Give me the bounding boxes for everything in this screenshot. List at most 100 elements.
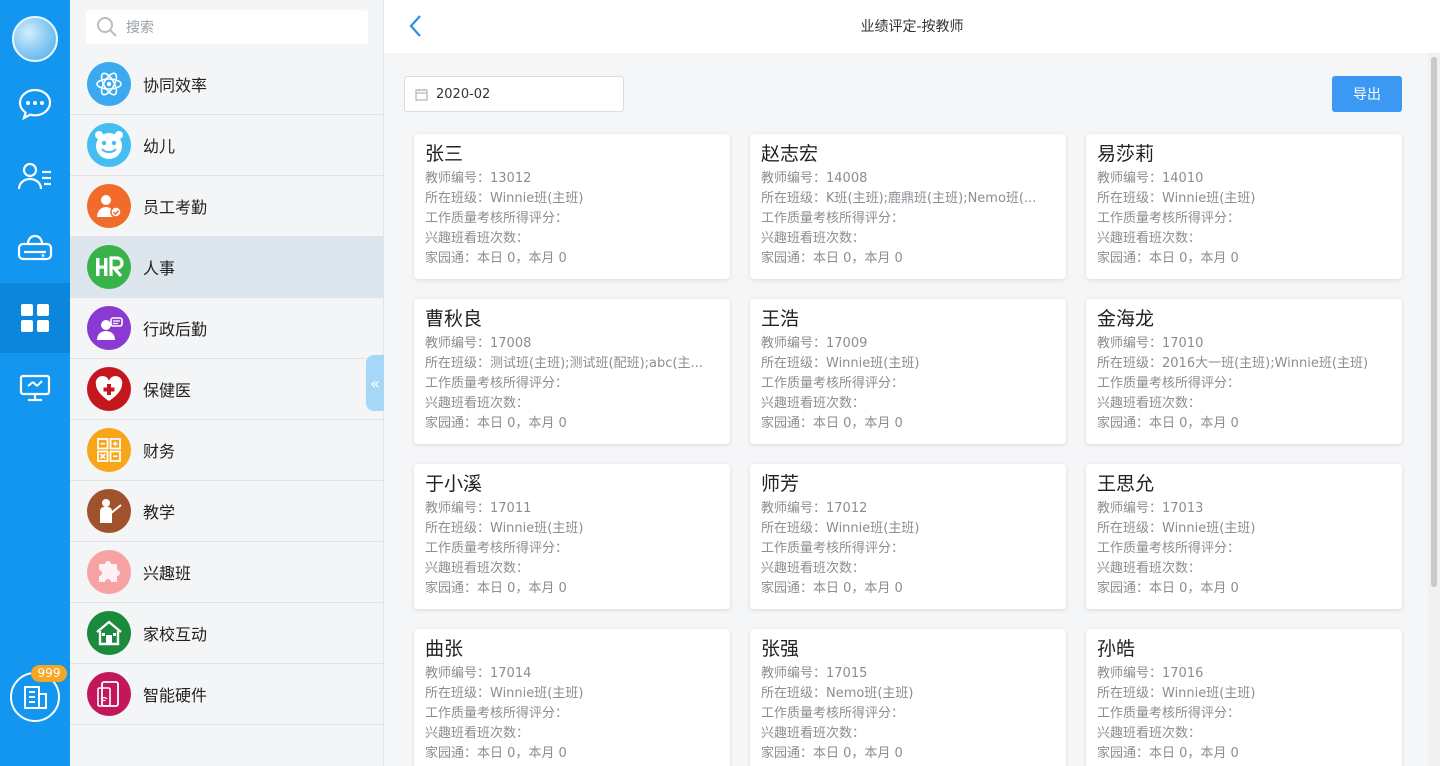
teacher-name: 王思允 — [1097, 473, 1155, 495]
interest-class-count: 兴趣班看班次数： — [1097, 561, 1202, 576]
interest-class-count: 兴趣班看班次数： — [425, 396, 530, 411]
teacher-class: 所在班级：Winnie班(主班) — [761, 521, 920, 536]
menu-item-finance[interactable]: 财务 — [70, 420, 384, 481]
home-school-icon — [87, 611, 131, 655]
teacher-card[interactable]: 赵志宏 教师编号：14008 所在班级：K班(主班);鹿鼎班(主班);Nemo班… — [750, 134, 1066, 279]
calendar-icon — [415, 88, 428, 101]
home-school-count: 家园通：本日 0，本月 0 — [761, 416, 903, 431]
home-school-count: 家园通：本日 0，本月 0 — [1097, 416, 1239, 431]
teacher-name: 于小溪 — [425, 473, 483, 495]
health-icon — [87, 367, 131, 411]
teacher-card[interactable]: 曲张 教师编号：17014 所在班级：Winnie班(主班) 工作质量考核所得评… — [414, 629, 730, 766]
menu-item-admin[interactable]: 行政后勤 — [70, 298, 384, 359]
teacher-id: 教师编号：17008 — [425, 336, 532, 351]
teacher-class: 所在班级：Winnie班(主班) — [425, 686, 584, 701]
menu-item-label: 兴趣班 — [143, 564, 192, 583]
teacher-class: 所在班级：Winnie班(主班) — [425, 191, 584, 206]
home-school-count: 家园通：本日 0，本月 0 — [425, 251, 567, 266]
teacher-card[interactable]: 易莎莉 教师编号：14010 所在班级：Winnie班(主班) 工作质量考核所得… — [1086, 134, 1402, 279]
contacts-icon[interactable] — [0, 141, 70, 211]
interest-class-count: 兴趣班看班次数： — [761, 561, 866, 576]
teacher-id: 教师编号：14008 — [761, 171, 868, 186]
teacher-class: 所在班级：测试班(主班);测试班(配班);abc(主... — [425, 356, 703, 371]
menu-item-label: 人事 — [143, 259, 176, 278]
home-school-count: 家园通：本日 0，本月 0 — [425, 746, 567, 761]
home-school-count: 家园通：本日 0，本月 0 — [1097, 251, 1239, 266]
apps-grid-icon[interactable] — [0, 283, 70, 353]
teacher-card[interactable]: 曹秋良 教师编号：17008 所在班级：测试班(主班);测试班(配班);abc(… — [414, 299, 730, 444]
menu-item-health[interactable]: 保健医 — [70, 359, 384, 420]
smiley-icon — [87, 123, 131, 167]
attendance-icon — [87, 184, 131, 228]
teacher-card[interactable]: 于小溪 教师编号：17011 所在班级：Winnie班(主班) 工作质量考核所得… — [414, 464, 730, 609]
interest-class-count: 兴趣班看班次数： — [425, 561, 530, 576]
teacher-name: 赵志宏 — [761, 143, 819, 165]
export-button[interactable]: 导出 — [1332, 76, 1402, 112]
month-picker[interactable]: 2020-02 — [404, 76, 624, 112]
vertical-scrollbar[interactable] — [1428, 53, 1440, 766]
home-school-count: 家园通：本日 0，本月 0 — [425, 416, 567, 431]
puzzle-icon — [87, 550, 131, 594]
quality-score: 工作质量考核所得评分： — [1097, 706, 1241, 721]
quality-score: 工作质量考核所得评分： — [1097, 211, 1241, 226]
teacher-class: 所在班级：Nemo班(主班) — [761, 686, 914, 701]
teacher-name: 金海龙 — [1097, 308, 1155, 330]
teacher-card[interactable]: 孙皓 教师编号：17016 所在班级：Winnie班(主班) 工作质量考核所得评… — [1086, 629, 1402, 766]
teacher-id: 教师编号：17011 — [425, 501, 532, 516]
teacher-id: 教师编号：13012 — [425, 171, 532, 186]
atom-icon — [87, 62, 131, 106]
cloud-drive-icon[interactable] — [0, 212, 70, 282]
teacher-card[interactable]: 王浩 教师编号：17009 所在班级：Winnie班(主班) 工作质量考核所得评… — [750, 299, 1066, 444]
teacher-id: 教师编号：14010 — [1097, 171, 1204, 186]
teacher-class: 所在班级：2016大一班(主班);Winnie班(主班) — [1097, 356, 1369, 371]
teacher-name: 易莎莉 — [1097, 143, 1155, 165]
interest-class-count: 兴趣班看班次数： — [425, 231, 530, 246]
teacher-class: 所在班级：Winnie班(主班) — [1097, 521, 1256, 536]
menu-item-home-school[interactable]: 家校互动 — [70, 603, 384, 664]
teacher-card[interactable]: 师芳 教师编号：17012 所在班级：Winnie班(主班) 工作质量考核所得评… — [750, 464, 1066, 609]
month-value: 2020-02 — [436, 86, 491, 102]
teaching-icon — [87, 489, 131, 533]
teacher-name: 师芳 — [761, 473, 800, 495]
menu-item-collaboration[interactable]: 协同效率 — [70, 54, 384, 115]
icon-rail: 999 — [0, 0, 70, 766]
monitor-icon[interactable] — [0, 353, 70, 423]
interest-class-count: 兴趣班看班次数： — [761, 726, 866, 741]
teacher-card[interactable]: 金海龙 教师编号：17010 所在班级：2016大一班(主班);Winnie班(… — [1086, 299, 1402, 444]
teacher-name: 张强 — [761, 638, 800, 660]
user-avatar[interactable] — [12, 16, 58, 62]
menu-item-label: 保健医 — [143, 381, 192, 400]
interest-class-count: 兴趣班看班次数： — [761, 231, 866, 246]
menu-item-label: 智能硬件 — [143, 686, 208, 705]
interest-class-count: 兴趣班看班次数： — [1097, 726, 1202, 741]
menu-item-smart-hardware[interactable]: 智能硬件 — [70, 664, 384, 725]
module-menu: 搜索 协同效率 幼儿 员工考勤 人事 行政后勤 保健医 财务 教学 兴趣班 家校… — [70, 0, 384, 766]
main-content: 2020-02 导出 张三 教师编号：13012 所在班级：Winnie班(主班… — [384, 53, 1428, 766]
double-chevron-left-icon: « — [370, 373, 380, 393]
search-input[interactable]: 搜索 — [86, 10, 368, 44]
quality-score: 工作质量考核所得评分： — [425, 706, 569, 721]
quality-score: 工作质量考核所得评分： — [761, 211, 905, 226]
menu-item-hr[interactable]: 人事 — [70, 237, 384, 298]
menu-item-children[interactable]: 幼儿 — [70, 115, 384, 176]
quality-score: 工作质量考核所得评分： — [761, 541, 905, 556]
menu-item-attendance[interactable]: 员工考勤 — [70, 176, 384, 237]
quality-score: 工作质量考核所得评分： — [1097, 541, 1241, 556]
interest-class-count: 兴趣班看班次数： — [1097, 231, 1202, 246]
menu-item-label: 行政后勤 — [143, 320, 208, 339]
teacher-card[interactable]: 王思允 教师编号：17013 所在班级：Winnie班(主班) 工作质量考核所得… — [1086, 464, 1402, 609]
collapse-panel-button[interactable]: « — [366, 355, 384, 411]
teacher-card[interactable]: 张三 教师编号：13012 所在班级：Winnie班(主班) 工作质量考核所得评… — [414, 134, 730, 279]
hr-icon — [87, 245, 131, 289]
menu-item-interest-class[interactable]: 兴趣班 — [70, 542, 384, 603]
finance-icon — [87, 428, 131, 472]
teacher-name: 王浩 — [761, 308, 800, 330]
chat-icon[interactable] — [0, 69, 70, 139]
interest-class-count: 兴趣班看班次数： — [1097, 396, 1202, 411]
home-school-count: 家园通：本日 0，本月 0 — [1097, 581, 1239, 596]
teacher-name: 孙皓 — [1097, 638, 1136, 660]
menu-item-teaching[interactable]: 教学 — [70, 481, 384, 542]
teacher-card[interactable]: 张强 教师编号：17015 所在班级：Nemo班(主班) 工作质量考核所得评分：… — [750, 629, 1066, 766]
interest-class-count: 兴趣班看班次数： — [425, 726, 530, 741]
scrollbar-thumb[interactable] — [1431, 57, 1437, 587]
